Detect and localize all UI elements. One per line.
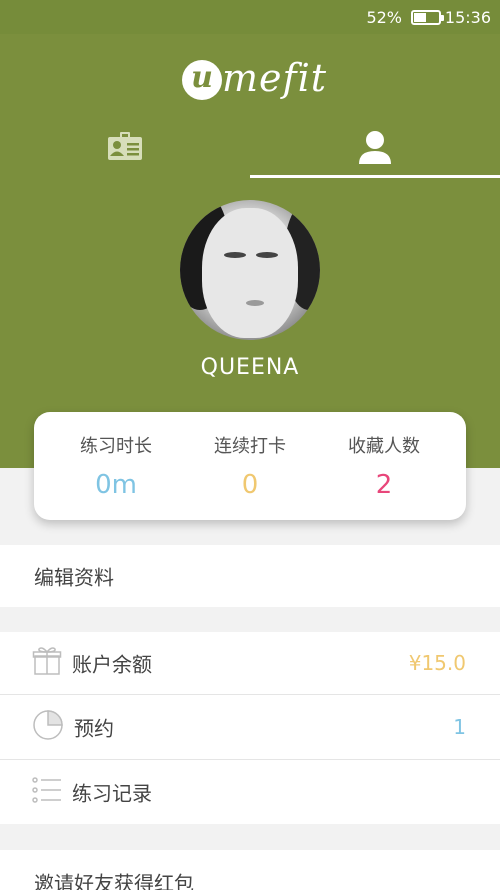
stat-practice-duration: 练习时长 0m	[44, 412, 188, 520]
tab-card[interactable]	[0, 124, 250, 176]
app-logo: u mefit	[180, 56, 330, 106]
stat-checkin-streak: 连续打卡 0	[178, 412, 322, 520]
logo-wordmark: mefit	[222, 56, 328, 100]
account-balance-label: 账户余额	[72, 652, 152, 677]
invite-friends-label: 邀请好友获得红包	[34, 871, 194, 890]
practice-record-row[interactable]: 练习记录	[0, 760, 500, 824]
clock-icon	[32, 709, 64, 745]
logo-mark: u	[182, 60, 222, 100]
user-icon	[357, 130, 393, 170]
edit-profile-row[interactable]: 编辑资料	[0, 545, 500, 607]
app-header: u mefit	[0, 34, 500, 179]
id-card-icon	[107, 130, 143, 166]
gift-icon	[32, 646, 62, 680]
battery-icon	[411, 10, 444, 25]
stat-label: 收藏人数	[348, 436, 420, 457]
list-icon	[32, 776, 62, 808]
username: QUEENA	[200, 355, 300, 380]
stat-label: 连续打卡	[214, 436, 286, 457]
account-balance-value: ¥15.0	[408, 651, 466, 675]
battery-percent: 52%	[366, 8, 402, 27]
invite-friends-row[interactable]: 邀请好友获得红包	[0, 850, 500, 890]
stat-value: 0	[241, 470, 259, 500]
account-balance-row[interactable]: 账户余额 ¥15.0	[0, 632, 500, 694]
tab-profile[interactable]	[250, 124, 500, 179]
stat-label: 练习时长	[80, 436, 152, 457]
reservation-count: 1	[453, 715, 466, 739]
status-bar: 52% 15:36	[0, 0, 500, 34]
stat-value: 0m	[95, 470, 137, 500]
avatar[interactable]	[180, 200, 320, 340]
edit-profile-label: 编辑资料	[34, 565, 114, 590]
stat-value: 2	[375, 470, 393, 500]
reservation-label: 预约	[74, 716, 114, 741]
reservation-row[interactable]: 预约 1	[0, 695, 500, 759]
stats-card: 练习时长 0m 连续打卡 0 收藏人数 2	[34, 412, 466, 520]
practice-record-label: 练习记录	[72, 781, 152, 806]
stat-favorites: 收藏人数 2	[312, 412, 456, 520]
clock: 15:36	[444, 8, 491, 27]
